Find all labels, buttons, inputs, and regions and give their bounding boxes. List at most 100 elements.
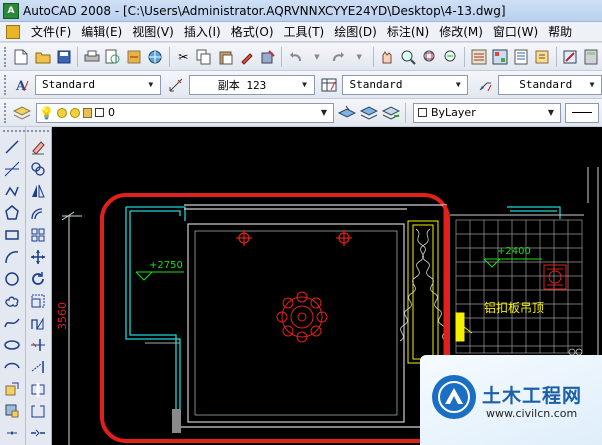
- mirror-icon[interactable]: [29, 182, 47, 200]
- move-icon[interactable]: [29, 248, 47, 266]
- multileader-style-select[interactable]: Standard ▼: [498, 74, 602, 95]
- table-style-icon[interactable]: [321, 76, 339, 94]
- layer-state-icon[interactable]: [382, 104, 400, 122]
- sun-freeze-icon[interactable]: [56, 107, 67, 118]
- lightbulb-icon[interactable]: 💡: [39, 106, 54, 120]
- toolbar-grip[interactable]: [27, 130, 49, 133]
- tool-palettes-icon[interactable]: [512, 48, 529, 66]
- stretch-icon[interactable]: [29, 314, 47, 332]
- layer-manager-icon[interactable]: [13, 104, 31, 122]
- match-properties-icon[interactable]: [238, 48, 255, 66]
- redo-dropdown-icon[interactable]: ▼: [351, 48, 368, 66]
- scale-icon[interactable]: [29, 292, 47, 310]
- rotate-icon[interactable]: [29, 270, 47, 288]
- menu-dimension[interactable]: 标注(N): [382, 22, 434, 42]
- cut-icon[interactable]: ✂: [175, 48, 192, 66]
- toolbar-grip[interactable]: [4, 102, 8, 123]
- copy-icon[interactable]: [196, 48, 213, 66]
- chevron-down-icon[interactable]: ▼: [298, 78, 312, 92]
- print-icon[interactable]: [83, 48, 100, 66]
- menu-help[interactable]: 帮助: [543, 22, 577, 42]
- web-publish-icon[interactable]: [147, 48, 164, 66]
- multileader-style-icon[interactable]: [476, 76, 494, 94]
- paste-icon[interactable]: [217, 48, 234, 66]
- menu-draw[interactable]: 绘图(D): [329, 22, 382, 42]
- save-icon[interactable]: [55, 48, 72, 66]
- window-title: AutoCAD 2008 - [C:\Users\Administrator.A…: [23, 3, 506, 18]
- color-control-select[interactable]: ByLayer ▼: [413, 102, 561, 123]
- menu-tools[interactable]: 工具(T): [279, 22, 330, 42]
- pan-realtime-icon[interactable]: [379, 48, 396, 66]
- line-tool-icon[interactable]: [3, 138, 21, 156]
- erase-icon[interactable]: [29, 138, 47, 156]
- menu-format[interactable]: 格式(O): [226, 22, 279, 42]
- document-icon[interactable]: [6, 24, 20, 39]
- menu-window[interactable]: 窗口(W): [488, 22, 543, 42]
- circle-icon[interactable]: [3, 270, 21, 288]
- ellipse-icon[interactable]: [3, 336, 21, 354]
- chevron-down-icon[interactable]: ▼: [544, 106, 558, 120]
- polyline-icon[interactable]: [3, 182, 21, 200]
- toolbar-grip[interactable]: [3, 130, 25, 133]
- break-icon[interactable]: [29, 402, 47, 420]
- text-style-icon[interactable]: A: [13, 76, 31, 94]
- make-block-icon[interactable]: [3, 402, 21, 420]
- zoom-realtime-icon[interactable]: [400, 48, 417, 66]
- redo-icon[interactable]: [330, 48, 347, 66]
- dimension-style-select[interactable]: 副本 123 ▼: [188, 74, 315, 95]
- chevron-down-icon[interactable]: ▼: [585, 78, 599, 92]
- undo-dropdown-icon[interactable]: ▼: [308, 48, 325, 66]
- publish-icon[interactable]: [125, 48, 142, 66]
- open-folder-icon[interactable]: [34, 48, 51, 66]
- point-icon[interactable]: [3, 424, 21, 442]
- linetype-control-select[interactable]: [565, 102, 599, 123]
- undo-icon[interactable]: [287, 48, 304, 66]
- rectangle-icon[interactable]: [3, 226, 21, 244]
- break-at-point-icon[interactable]: [29, 380, 47, 398]
- layer-previous-icon[interactable]: [360, 104, 378, 122]
- autocad-app-icon[interactable]: A: [3, 2, 19, 19]
- zoom-previous-icon[interactable]: [442, 48, 459, 66]
- offset-icon[interactable]: [29, 204, 47, 222]
- toolbar-separator: [464, 46, 466, 67]
- arc-icon[interactable]: [3, 248, 21, 266]
- polygon-icon[interactable]: [3, 204, 21, 222]
- copy-object-icon[interactable]: [29, 160, 47, 178]
- zoom-window-icon[interactable]: [421, 48, 438, 66]
- extend-icon[interactable]: [29, 358, 47, 376]
- dimension-style-icon[interactable]: [167, 76, 185, 94]
- spline-icon[interactable]: [3, 314, 21, 332]
- text-style-select[interactable]: Standard ▼: [34, 74, 161, 95]
- ellipse-arc-icon[interactable]: [3, 358, 21, 376]
- array-icon[interactable]: [29, 226, 47, 244]
- sheet-set-manager-icon[interactable]: [534, 48, 551, 66]
- construction-line-icon[interactable]: [3, 160, 21, 178]
- menu-file[interactable]: 文件(F): [26, 22, 76, 42]
- trim-icon[interactable]: [29, 336, 47, 354]
- join-icon[interactable]: [29, 424, 47, 442]
- chevron-down-icon[interactable]: ▼: [144, 78, 158, 92]
- quickcalc-icon[interactable]: [583, 48, 600, 66]
- toolbar-grip[interactable]: [4, 74, 8, 95]
- design-center-icon[interactable]: [491, 48, 508, 66]
- chevron-down-icon[interactable]: ▼: [451, 78, 465, 92]
- markup-set-manager-icon[interactable]: [562, 48, 579, 66]
- print-preview-icon[interactable]: [104, 48, 121, 66]
- chevron-down-icon[interactable]: ▼: [317, 106, 331, 120]
- toolbar-grip[interactable]: [4, 46, 8, 67]
- menu-modify[interactable]: 修改(M): [434, 22, 488, 42]
- table-style-select[interactable]: Standard ▼: [342, 74, 469, 95]
- block-editor-icon[interactable]: [259, 48, 276, 66]
- insert-block-icon[interactable]: [3, 380, 21, 398]
- viewport-freeze-icon[interactable]: [69, 107, 80, 118]
- revision-cloud-icon[interactable]: [3, 292, 21, 310]
- layer-color-swatch[interactable]: [94, 108, 104, 117]
- menu-view[interactable]: 视图(V): [127, 22, 179, 42]
- lock-icon[interactable]: [82, 107, 92, 118]
- layer-select[interactable]: 💡 0 ▼: [36, 102, 334, 123]
- new-file-icon[interactable]: [13, 48, 30, 66]
- menu-insert[interactable]: 插入(I): [179, 22, 226, 42]
- make-object-layer-current-icon[interactable]: [338, 104, 356, 122]
- menu-edit[interactable]: 编辑(E): [76, 22, 127, 42]
- properties-icon[interactable]: [470, 48, 487, 66]
